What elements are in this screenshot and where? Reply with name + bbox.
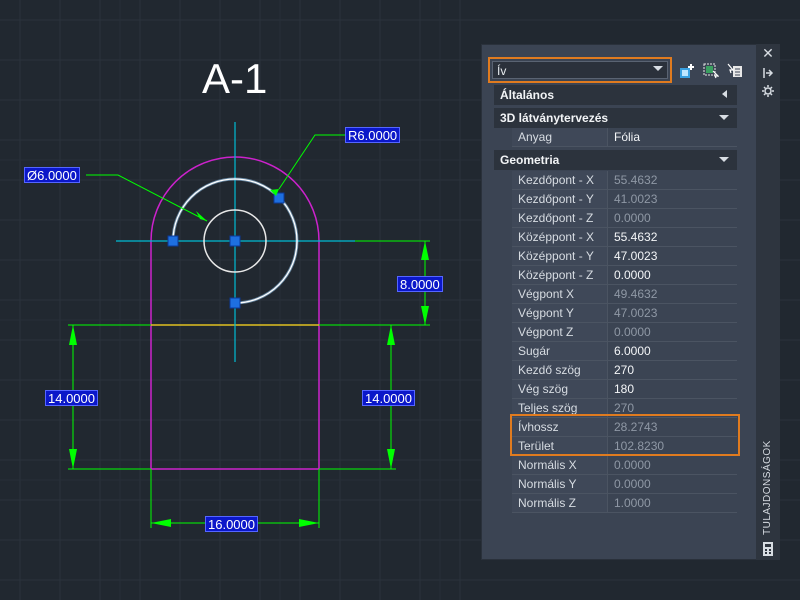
property-name: Teljes szög xyxy=(512,399,608,417)
bottom-width-dimension-label[interactable]: 16.0000 xyxy=(205,516,258,532)
property-value[interactable]: 47.0023 xyxy=(608,247,737,265)
select-objects-icon[interactable] xyxy=(703,63,719,79)
section-3d-visualization[interactable]: 3D látványtervezés xyxy=(494,108,737,128)
vertical-dimension-label[interactable]: 8.0000 xyxy=(397,276,443,292)
property-value: 0.0000 xyxy=(614,325,651,339)
property-value: 0.0000 xyxy=(614,211,651,225)
radius-dimension-label[interactable]: R6.0000 xyxy=(345,127,401,143)
property-name: Normális X xyxy=(512,456,608,474)
chevron-down-icon xyxy=(719,157,729,162)
quick-select-icon[interactable] xyxy=(679,63,695,79)
property-name: Normális Y xyxy=(512,475,608,493)
property-value: 47.0023 xyxy=(614,306,658,320)
property-name: Normális Z xyxy=(512,494,608,512)
property-row[interactable]: Normális X 0.0000 xyxy=(512,456,737,475)
property-name: Középpont - X xyxy=(512,228,608,246)
property-row[interactable]: Kezdőpont - X 55.4632 xyxy=(512,171,737,190)
property-name: Vég szög xyxy=(512,380,608,398)
dimension-arrows xyxy=(69,189,429,527)
property-name: Végpont Z xyxy=(512,323,608,341)
property-name: Kezdőpont - Y xyxy=(512,190,608,208)
properties-palette: Ív Általános 3D látványtervezés Anyag Fó… xyxy=(481,44,780,560)
property-name: Sugár xyxy=(512,342,608,360)
property-name: Ívhossz xyxy=(512,418,608,436)
property-value[interactable]: 55.4632 xyxy=(608,228,737,246)
property-value[interactable]: Fólia xyxy=(608,128,737,146)
property-value: 270 xyxy=(614,401,635,415)
palette-side-title: TULAJDONSÁGOK xyxy=(762,440,773,536)
object-type-selector[interactable]: Ív xyxy=(488,57,672,83)
right-height-dimension-label[interactable]: 14.0000 xyxy=(362,390,415,406)
section-general-label: Általános xyxy=(500,88,555,102)
property-row-area[interactable]: Terület 102.8230 xyxy=(512,437,737,456)
diameter-dimension-label[interactable]: Ø6.0000 xyxy=(24,167,80,183)
chevron-left-icon xyxy=(722,90,727,98)
property-row[interactable]: Kezdő szög 270 xyxy=(512,361,737,380)
property-value: 49.4632 xyxy=(614,287,658,301)
property-row[interactable]: Sugár 6.0000 xyxy=(512,342,737,361)
chevron-down-icon xyxy=(653,66,663,71)
property-name: Középpont - Y xyxy=(512,247,608,265)
property-value: 28.2743 xyxy=(614,420,658,434)
property-name: Végpont Y xyxy=(512,304,608,322)
close-icon[interactable]: ✕ xyxy=(760,46,776,60)
property-value: 102.8230 xyxy=(614,439,665,453)
settings-icon[interactable] xyxy=(760,84,776,98)
property-name: Anyag xyxy=(512,128,608,146)
property-row[interactable]: Végpont Y 47.0023 xyxy=(512,304,737,323)
property-name: Végpont X xyxy=(512,285,608,303)
property-row[interactable]: Vég szög 180 xyxy=(512,380,737,399)
property-name: Terület xyxy=(512,437,608,455)
property-value: 55.4632 xyxy=(614,173,658,187)
property-value: 41.0023 xyxy=(614,192,658,206)
chevron-down-icon xyxy=(719,115,729,120)
section-3d-label: 3D látványtervezés xyxy=(500,111,609,125)
property-value[interactable]: 270 xyxy=(608,361,737,379)
toggle-pickadd-icon[interactable] xyxy=(727,63,743,79)
property-row-material[interactable]: Anyag Fólia xyxy=(512,128,737,147)
property-value: 1.0000 xyxy=(614,496,651,510)
left-height-dimension-label[interactable]: 14.0000 xyxy=(45,390,98,406)
property-row[interactable]: Kezdőpont - Z 0.0000 xyxy=(512,209,737,228)
property-row[interactable]: Középpont - X 55.4632 xyxy=(512,228,737,247)
property-row[interactable]: Kezdőpont - Y 41.0023 xyxy=(512,190,737,209)
property-name: Középpont - Z xyxy=(512,266,608,284)
property-row[interactable]: Normális Y 0.0000 xyxy=(512,475,737,494)
property-row[interactable]: Normális Z 1.0000 xyxy=(512,494,737,513)
section-geometry[interactable]: Geometria xyxy=(494,150,737,170)
section-geometry-label: Geometria xyxy=(500,153,560,167)
property-value: 0.0000 xyxy=(614,458,651,472)
property-value[interactable]: 6.0000 xyxy=(608,342,737,360)
property-grid: Általános 3D látványtervezés Anyag Fólia… xyxy=(494,85,737,557)
property-value[interactable]: 180 xyxy=(608,380,737,398)
drawing-title: A-1 xyxy=(202,55,268,102)
property-name: Kezdőpont - X xyxy=(512,171,608,189)
calculator-icon[interactable] xyxy=(760,542,776,556)
property-row[interactable]: Középpont - Z 0.0000 xyxy=(512,266,737,285)
property-row[interactable]: Végpont X 49.4632 xyxy=(512,285,737,304)
property-row[interactable]: Középpont - Y 47.0023 xyxy=(512,247,737,266)
property-row[interactable]: Végpont Z 0.0000 xyxy=(512,323,737,342)
property-value[interactable]: 0.0000 xyxy=(608,266,737,284)
object-type-value: Ív xyxy=(497,64,507,78)
property-value: 0.0000 xyxy=(614,477,651,491)
property-name: Kezdőpont - Z xyxy=(512,209,608,227)
pin-icon[interactable] xyxy=(760,66,776,80)
property-name: Kezdő szög xyxy=(512,361,608,379)
property-row-arc-length[interactable]: Ívhossz 28.2743 xyxy=(512,418,737,437)
section-general[interactable]: Általános xyxy=(494,85,737,105)
property-row[interactable]: Teljes szög 270 xyxy=(512,399,737,418)
